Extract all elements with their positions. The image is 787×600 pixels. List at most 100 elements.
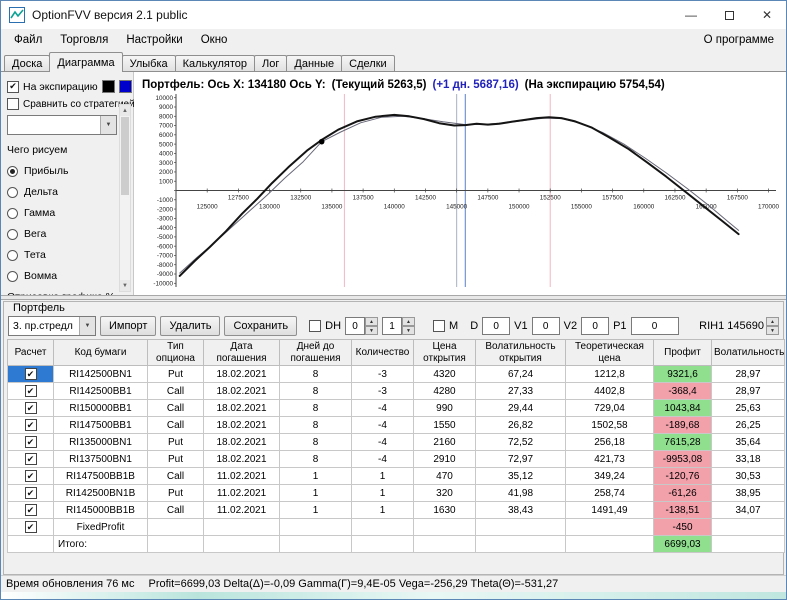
radio-option-3[interactable]: Гамма — [7, 207, 117, 219]
dh-spinner-1[interactable]: 0 ▲ ▼ — [345, 317, 379, 335]
dh-spinner-2[interactable]: 1 ▲ ▼ — [382, 317, 416, 335]
row-checkbox[interactable] — [24, 504, 37, 516]
tab-7[interactable]: Сделки — [341, 55, 395, 72]
dh-spinner-1-value: 0 — [345, 317, 366, 335]
column-header-1[interactable]: Расчет — [7, 339, 54, 366]
radio-option-2[interactable]: Дельта — [7, 186, 117, 198]
m-checkbox[interactable] — [433, 320, 446, 332]
radio-option-5[interactable]: Тета — [7, 249, 117, 261]
calc-cell[interactable] — [7, 433, 54, 451]
instrument-block: RIH1 145690 ▲ ▼ — [699, 317, 779, 335]
calc-cell[interactable] — [7, 484, 54, 502]
portfolio-fields: D 0 V1 0 V2 0 P1 0 — [470, 317, 679, 335]
row-checkbox[interactable] — [24, 402, 37, 414]
row-checkbox[interactable] — [24, 453, 37, 465]
field-value-P1[interactable]: 0 — [630, 317, 679, 335]
portfolio-controls: 3. пр.стредл ▼ Импорт Удалить Сохранить DH… — [6, 315, 781, 339]
close-icon[interactable]: ✕ — [748, 1, 786, 29]
compare-strategy-checkbox[interactable] — [7, 98, 19, 110]
svg-text:-9000: -9000 — [157, 271, 174, 278]
row-checkbox[interactable] — [24, 436, 37, 448]
column-header-5[interactable]: Дней до погашения — [279, 339, 352, 366]
menu-item-3[interactable]: Настройки — [117, 32, 191, 48]
radio-option-6[interactable]: Вомма — [7, 270, 117, 282]
maximize-icon[interactable] — [710, 1, 748, 29]
instrument-spinner[interactable]: ▲ ▼ — [766, 317, 779, 335]
column-header-2[interactable]: Код бумаги — [53, 339, 148, 366]
menu-item-2[interactable]: Торговля — [51, 32, 117, 48]
column-header-4[interactable]: Дата погашения — [203, 339, 280, 366]
column-header-6[interactable]: Количество — [351, 339, 414, 366]
column-header-7[interactable]: Цена открытия — [413, 339, 476, 366]
calc-cell[interactable] — [7, 501, 54, 519]
cell-type: Put — [147, 433, 204, 451]
portfolio-combobox[interactable]: 3. пр.стредл ▼ — [8, 316, 96, 336]
minimize-icon[interactable]: — — [672, 1, 710, 29]
column-header-11[interactable]: Волатильность — [711, 339, 785, 366]
column-header-3[interactable]: Тип опциона — [147, 339, 204, 366]
tab-2[interactable]: Диаграмма — [49, 52, 123, 72]
scroll-down-icon[interactable]: ▼ — [120, 280, 130, 291]
table-row: RI142500BN1BPut11.02.20211132041,98258,7… — [7, 484, 785, 502]
calc-cell[interactable] — [7, 365, 54, 383]
row-checkbox[interactable] — [24, 487, 37, 499]
row-checkbox[interactable] — [24, 470, 37, 482]
row-checkbox[interactable] — [24, 419, 37, 431]
field-value-D[interactable]: 0 — [482, 317, 511, 335]
menu-item-4[interactable]: Окно — [192, 32, 237, 48]
chart-title-part-3: (+1 дн. 5687,16) — [432, 79, 519, 91]
cell-vol — [711, 518, 785, 536]
color-swatch-current[interactable] — [118, 80, 132, 93]
portfolio-button-2[interactable]: Удалить — [160, 316, 221, 336]
calc-cell[interactable] — [7, 467, 54, 485]
tab-6[interactable]: Данные — [286, 55, 343, 72]
menu-item-about[interactable]: О программе — [704, 34, 782, 46]
spin-down-icon[interactable]: ▼ — [766, 326, 779, 335]
spin-up-icon[interactable]: ▲ — [402, 317, 416, 326]
spin-up-icon[interactable]: ▲ — [365, 317, 379, 326]
on-expiration-row[interactable]: На экспирацию — [7, 80, 132, 93]
column-header-8[interactable]: Волатильность открытия — [475, 339, 566, 366]
calc-cell[interactable] — [7, 416, 54, 434]
tab-5[interactable]: Лог — [254, 55, 288, 72]
tab-3[interactable]: Улыбка — [121, 55, 176, 72]
row-checkbox[interactable] — [24, 368, 37, 380]
panel-scrollbar[interactable]: ▲ ▼ — [119, 104, 131, 292]
portfolio-button-1[interactable]: Импорт — [100, 316, 157, 336]
calc-cell[interactable] — [7, 450, 54, 468]
radio-option-1[interactable]: Прибыль — [7, 165, 117, 177]
dh-checkbox[interactable] — [309, 320, 322, 332]
row-checkbox[interactable] — [24, 521, 37, 533]
scroll-up-icon[interactable]: ▲ — [120, 105, 130, 116]
row-checkbox[interactable] — [24, 385, 37, 397]
tab-4[interactable]: Калькулятор — [174, 55, 256, 72]
tab-1[interactable]: Доска — [4, 55, 51, 72]
field-value-V2[interactable]: 0 — [581, 317, 610, 335]
cell-code: RI147500BB1 — [53, 416, 148, 434]
spin-down-icon[interactable]: ▼ — [402, 326, 416, 335]
compare-strategy-row[interactable]: Сравнить со стратегией — [7, 98, 135, 110]
on-expiration-checkbox[interactable] — [7, 80, 19, 93]
radio-option-4[interactable]: Вега — [7, 228, 117, 240]
column-header-9[interactable]: Теоретическая цена — [565, 339, 654, 366]
dh-label: DH — [325, 320, 342, 332]
spin-up-icon[interactable]: ▲ — [766, 317, 779, 326]
pnl-chart-svg[interactable]: -10000 -9000 -8000 -7000 -6000 -5000 -4000 -300… — [142, 91, 782, 293]
calc-cell[interactable] — [7, 518, 54, 536]
color-swatch-expiration[interactable] — [101, 80, 115, 93]
horizontal-splitter[interactable] — [1, 295, 786, 300]
calc-cell[interactable] — [7, 535, 54, 553]
scrollbar-thumb[interactable] — [121, 117, 129, 196]
svg-text:157500: 157500 — [602, 195, 624, 202]
strategy-combobox[interactable]: ▼ — [7, 115, 117, 135]
chevron-down-icon[interactable]: ▼ — [79, 317, 95, 335]
calc-cell[interactable] — [7, 382, 54, 400]
calc-cell[interactable] — [7, 399, 54, 417]
column-header-10[interactable]: Профит — [653, 339, 712, 366]
field-value-V1[interactable]: 0 — [531, 317, 560, 335]
chevron-down-icon[interactable]: ▼ — [100, 116, 116, 134]
portfolio-button-3[interactable]: Сохранить — [224, 316, 298, 336]
spin-down-icon[interactable]: ▼ — [365, 326, 379, 335]
field-label-V2: V2 — [563, 320, 578, 332]
menu-item-1[interactable]: Файл — [5, 32, 51, 48]
